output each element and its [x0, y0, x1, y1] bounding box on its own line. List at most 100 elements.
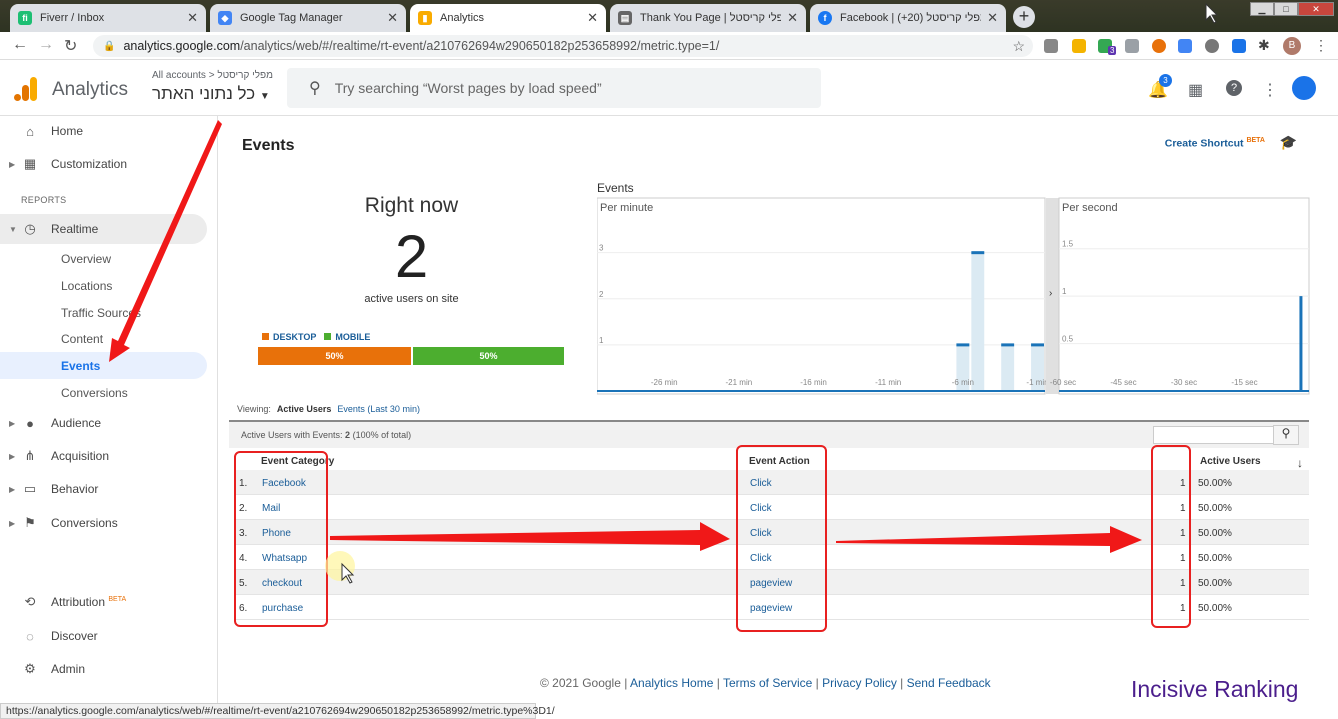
sidebar-item-events[interactable]: Events	[61, 359, 100, 373]
extension-icon[interactable]	[1152, 39, 1166, 53]
caret-right-icon: ▶	[9, 418, 16, 428]
legend-mobile: MOBILE	[324, 332, 370, 342]
browser-tab[interactable]: ▤ Thank You Page | מפלי קריסטל ✕	[610, 4, 806, 32]
extension-icon[interactable]	[1125, 39, 1139, 53]
x-tick-label: -11 min	[875, 378, 901, 387]
sidebar-item-conversions-rt[interactable]: Conversions	[61, 386, 128, 400]
search-bar[interactable]: ⚲ Try searching “Worst pages by load spe…	[287, 68, 821, 108]
property-selector[interactable]: כל נתוני האתר ▼	[152, 84, 270, 104]
x-tick-label: -15 sec	[1231, 378, 1257, 387]
right-now-title: Right now	[364, 194, 459, 217]
profile-avatar[interactable]: B	[1283, 37, 1301, 55]
sidebar-item-overview[interactable]: Overview	[61, 252, 111, 266]
graduation-cap-icon[interactable]: 🎓	[1280, 134, 1297, 151]
reload-icon[interactable]: ↻	[64, 36, 77, 56]
account-avatar[interactable]	[1292, 76, 1316, 100]
maximize-button[interactable]: □	[1274, 2, 1298, 16]
status-bar-url: https://analytics.google.com/analytics/w…	[0, 703, 555, 719]
create-shortcut-link[interactable]: Create Shortcut BETA	[1165, 137, 1265, 150]
legend-desktop: DESKTOP	[262, 332, 316, 342]
browser-tab-strip: fi Fiverr / Inbox ✕ ◆ Google Tag Manager…	[0, 0, 1338, 32]
footer-link-terms[interactable]: Terms of Service	[723, 676, 812, 690]
close-icon[interactable]: ✕	[387, 10, 398, 26]
property-name: כל נתוני האתר	[152, 84, 256, 103]
active-users-pct: 50.00%	[1198, 603, 1232, 614]
person-icon: ●	[26, 415, 34, 431]
product-name: Analytics	[52, 79, 129, 100]
minimize-button[interactable]: ▁	[1250, 2, 1274, 16]
close-icon[interactable]: ✕	[787, 10, 798, 26]
y-tick-label: 1	[599, 336, 604, 345]
viewing-active-users[interactable]: Active Users	[277, 404, 332, 414]
viewing-events-link[interactable]: Events (Last 30 min)	[337, 404, 420, 414]
col-header-users[interactable]: Active Users	[1200, 456, 1261, 467]
browser-menu-icon[interactable]: ⋮	[1314, 37, 1328, 54]
forward-arrow-icon[interactable]: →	[38, 36, 54, 54]
panel-separator	[1046, 198, 1059, 394]
sidebar-label: Discover	[51, 629, 98, 643]
sidebar-label: Conversions	[51, 516, 118, 530]
url-path: /analytics/web/#/realtime/rt-event/a2107…	[240, 39, 720, 53]
sort-desc-icon[interactable]: ↓	[1297, 456, 1303, 470]
sidebar-label: Home	[51, 124, 84, 138]
breadcrumb-account[interactable]: מפלי קריסטל	[217, 70, 273, 81]
device-legend: DESKTOP MOBILE	[262, 332, 370, 342]
footer-link-privacy[interactable]: Privacy Policy	[822, 676, 897, 690]
footer-link-home[interactable]: Analytics Home	[630, 676, 713, 690]
address-bar[interactable]: 🔒 analytics.google.com/analytics/web/#/r…	[93, 35, 1033, 57]
help-icon[interactable]: ?	[1226, 80, 1242, 96]
breadcrumb-all-accounts[interactable]: All accounts	[152, 70, 206, 81]
browser-tab[interactable]: f Facebook | מפלי קריסטל (20+) ✕	[810, 4, 1006, 32]
close-icon[interactable]: ✕	[587, 10, 598, 26]
sidebar-label: Behavior	[51, 482, 99, 496]
chevron-right-icon: ›	[1049, 288, 1052, 299]
star-icon[interactable]: ☆	[1012, 38, 1025, 55]
annotation-box-users	[1151, 445, 1191, 628]
extension-icon[interactable]	[1205, 39, 1219, 53]
apps-grid-icon[interactable]: ▦	[1188, 80, 1203, 100]
footer-link-feedback[interactable]: Send Feedback	[907, 676, 991, 690]
sidebar-item-locations[interactable]: Locations	[61, 279, 112, 293]
x-tick-label: -1 min	[1026, 378, 1048, 387]
extension-icon[interactable]	[1044, 39, 1058, 53]
home-icon: ⌂	[26, 123, 34, 139]
active-users-pct: 50.00%	[1198, 578, 1232, 589]
close-window-button[interactable]: ✕	[1298, 2, 1334, 16]
bar	[971, 252, 985, 391]
extension-icon[interactable]	[1072, 39, 1086, 53]
more-vert-icon[interactable]: ⋮	[1262, 80, 1278, 100]
extension-icon[interactable]	[1232, 39, 1246, 53]
extension-icon[interactable]	[1178, 39, 1192, 53]
page-icon: ▤	[618, 11, 632, 25]
table-search-input[interactable]	[1153, 426, 1285, 444]
x-tick-label: -60 sec	[1050, 378, 1076, 387]
legend-label: DESKTOP	[273, 332, 317, 342]
puzzle-icon[interactable]: ✱	[1258, 37, 1270, 54]
analytics-icon: ▮	[418, 11, 432, 25]
panel-subtitle: Per minute	[600, 202, 653, 214]
y-tick-label: 1	[1062, 287, 1067, 296]
browser-tab[interactable]: fi Fiverr / Inbox ✕	[10, 4, 206, 32]
caret-down-icon: ▼	[9, 224, 17, 234]
back-arrow-icon[interactable]: ←	[12, 36, 28, 54]
sidebar-label: Admin	[51, 662, 86, 676]
breadcrumb[interactable]: All accounts > מפלי קריסטל	[152, 70, 273, 81]
browser-tab[interactable]: ◆ Google Tag Manager ✕	[210, 4, 406, 32]
facebook-icon: f	[818, 11, 832, 25]
active-users-count: 2	[394, 223, 429, 290]
x-tick-label: -45 sec	[1110, 378, 1136, 387]
sidebar-label: Audience	[51, 416, 102, 430]
x-tick-label: -26 min	[651, 378, 678, 387]
new-tab-button[interactable]: +	[1013, 6, 1035, 28]
browser-tab-active[interactable]: ▮ Analytics ✕	[410, 4, 606, 32]
close-icon[interactable]: ✕	[987, 10, 998, 26]
chevron-down-icon: ▼	[259, 91, 270, 102]
sidebar-item-content[interactable]: Content	[61, 332, 103, 346]
attribution-label: Attribution	[51, 595, 106, 609]
watermark: Incisive Ranking	[1131, 676, 1299, 702]
notification-badge: 3	[1159, 74, 1172, 87]
close-icon[interactable]: ✕	[187, 10, 198, 26]
search-icon[interactable]: ⚲	[1273, 425, 1299, 445]
lock-icon: 🔒	[103, 40, 116, 52]
sidebar-item-traffic-sources[interactable]: Traffic Sources	[61, 306, 141, 320]
